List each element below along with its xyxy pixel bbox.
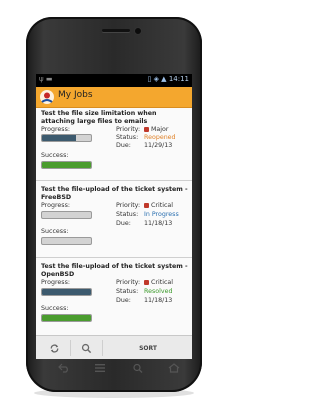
system-icons: ▯ ◈ ▲ (147, 75, 167, 83)
priority-label: Priority: (116, 202, 141, 209)
back-key-icon[interactable] (58, 363, 70, 373)
menu-key-icon[interactable] (94, 363, 106, 373)
due-label: Due: (116, 297, 131, 304)
app-logo-icon[interactable] (39, 89, 55, 105)
success-label: Success: (41, 305, 69, 312)
job-title: Test the file-upload of the ticket syste… (41, 263, 188, 278)
status-label: Status: (116, 288, 139, 295)
progress-bar (41, 288, 92, 296)
job-title: Test the file size limitation when attac… (41, 110, 157, 125)
toolbar-divider (102, 340, 103, 356)
priority-text: Critical (151, 279, 174, 286)
page-title: My Jobs (58, 90, 93, 100)
priority-icon (144, 279, 149, 285)
search-button[interactable] (74, 339, 98, 357)
due-value: 11/18/13 (144, 220, 173, 227)
success-fill (42, 162, 91, 168)
success-bar (41, 161, 92, 169)
priority-icon (144, 202, 149, 208)
search-icon (81, 343, 91, 353)
status-value: Resolved (144, 288, 173, 295)
progress-label: Progress: (41, 202, 70, 209)
progress-bar (41, 211, 92, 219)
due-label: Due: (116, 220, 131, 227)
status-label: Status: (116, 211, 139, 218)
notification-icons: ψ ▬ (39, 75, 53, 83)
progress-label: Progress: (41, 279, 70, 286)
status-value: Reopened (144, 134, 176, 141)
phone-screen: ψ ▬ ▯ ◈ ▲ 14:11 My Jobs Test the file si… (36, 74, 192, 359)
sort-label: SORT (139, 344, 157, 352)
priority-label: Priority: (116, 279, 141, 286)
priority-label: Priority: (116, 126, 141, 133)
due-value: 11/18/13 (144, 297, 173, 304)
hardware-nav-bar (36, 359, 192, 381)
job-item[interactable]: Test the file size limitation when attac… (36, 108, 192, 181)
priority-text: Critical (151, 202, 174, 209)
job-list[interactable]: Test the file size limitation when attac… (36, 108, 192, 335)
success-label: Success: (41, 152, 69, 159)
clock: 14:11 (168, 75, 189, 83)
status-label: Status: (116, 134, 139, 141)
app-bar: My Jobs (36, 87, 192, 108)
success-fill (42, 315, 91, 321)
status-bar: ψ ▬ ▯ ◈ ▲ 14:11 (36, 74, 192, 87)
bottom-toolbar: SORT (36, 335, 192, 359)
due-label: Due: (116, 142, 131, 149)
progress-bar (41, 134, 92, 142)
priority-icon (144, 126, 149, 132)
refresh-icon (50, 343, 58, 353)
priority-value: Critical (144, 279, 173, 286)
earpiece-speaker (102, 29, 130, 32)
job-item[interactable]: Test the file-upload of the ticket syste… (36, 181, 192, 258)
status-right: ▯ ◈ ▲ 14:11 (148, 75, 190, 83)
job-title: Test the file-upload of the ticket syste… (41, 186, 188, 201)
job-item[interactable]: Test the file-upload of the ticket syste… (36, 258, 192, 335)
success-label: Success: (41, 228, 69, 235)
priority-text: Major (151, 126, 169, 133)
priority-value: Major (144, 126, 168, 133)
success-bar (41, 314, 92, 322)
priority-value: Critical (144, 202, 173, 209)
status-value: In Progress (144, 211, 179, 218)
toolbar-divider (70, 340, 71, 356)
home-key-icon[interactable] (168, 363, 180, 373)
sort-button[interactable]: SORT (106, 339, 190, 357)
progress-label: Progress: (41, 126, 70, 133)
front-camera (134, 27, 142, 35)
search-key-icon[interactable] (132, 363, 144, 373)
phone-device: ψ ▬ ▯ ◈ ▲ 14:11 My Jobs Test the file si… (26, 17, 202, 392)
refresh-button[interactable] (42, 339, 66, 357)
success-bar (41, 237, 92, 245)
progress-fill (42, 289, 91, 295)
progress-fill (42, 135, 77, 141)
due-value: 11/29/13 (144, 142, 173, 149)
